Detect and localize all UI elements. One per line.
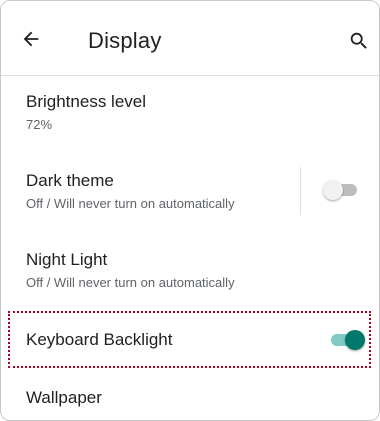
switch-divider xyxy=(300,167,301,215)
keyboard-backlight-switch[interactable] xyxy=(331,329,365,351)
setting-night-light[interactable]: Night Light Off / Will never turn on aut… xyxy=(1,232,379,310)
setting-title: Keyboard Backlight xyxy=(26,330,173,349)
setting-wallpaper[interactable]: Wallpaper xyxy=(1,371,379,420)
setting-title: Dark theme xyxy=(26,171,114,190)
setting-summary: Off / Will never turn on automatically xyxy=(26,196,235,211)
dark-theme-switch[interactable] xyxy=(323,179,357,201)
arrow-left-icon xyxy=(23,31,39,47)
setting-brightness-level[interactable]: Brightness level 72% xyxy=(1,76,379,150)
search-icon xyxy=(350,32,367,49)
page-title: Display xyxy=(88,28,162,53)
toolbar: Display xyxy=(1,1,379,75)
setting-keyboard-backlight[interactable]: Keyboard Backlight xyxy=(1,312,379,367)
back-button[interactable] xyxy=(17,25,45,53)
search-button[interactable] xyxy=(346,28,372,54)
setting-title: Brightness level xyxy=(26,92,147,111)
switch-thumb xyxy=(345,330,365,350)
switch-thumb xyxy=(323,180,343,200)
setting-summary: Off / Will never turn on automatically xyxy=(26,275,235,290)
setting-summary: 72% xyxy=(26,117,53,132)
setting-title: Wallpaper xyxy=(26,388,102,407)
settings-screen: Display Brightness level 72% Dark theme … xyxy=(0,0,380,421)
setting-title: Night Light xyxy=(26,250,108,269)
